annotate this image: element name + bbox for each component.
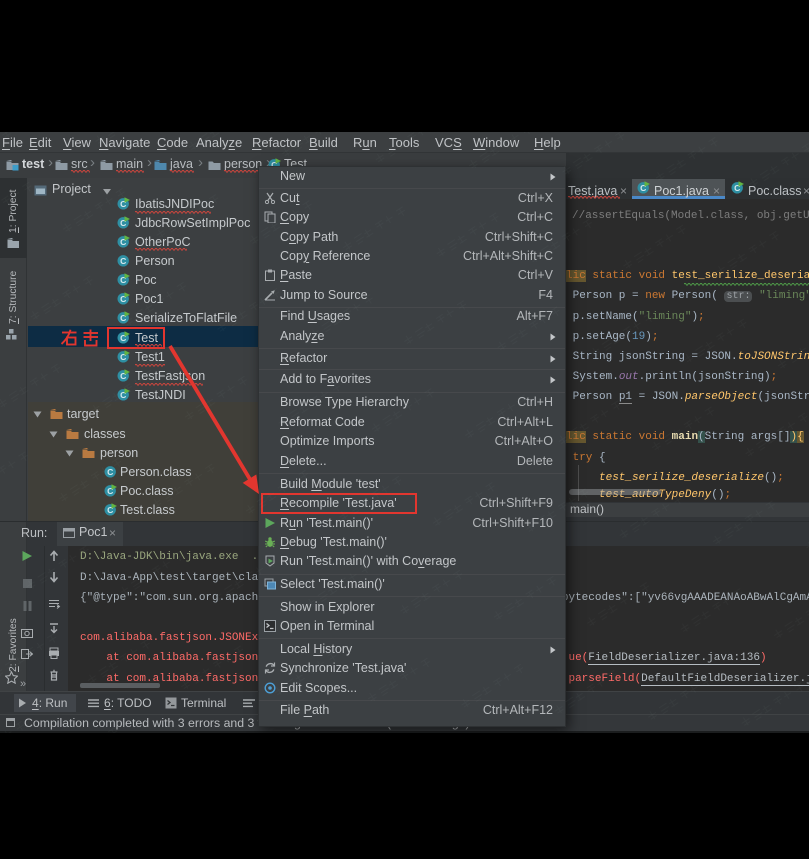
svg-text:C: C <box>107 466 113 476</box>
svg-text:C: C <box>120 255 126 265</box>
